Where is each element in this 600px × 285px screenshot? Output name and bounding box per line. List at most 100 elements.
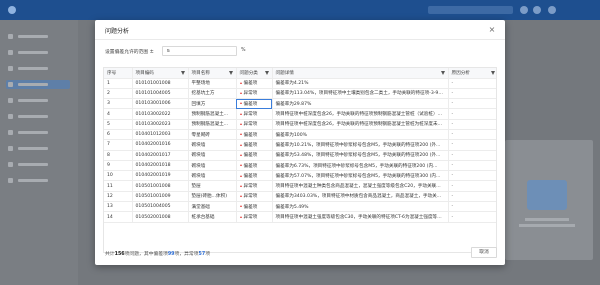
table-row[interactable]: 3 010103001006 回填方 偏差项 偏差率为29.87% - [104, 98, 496, 110]
problem-class-cell: 异常项 [236, 108, 273, 120]
cause-analysis-cell[interactable]: - [448, 191, 496, 203]
cause-analysis-cell[interactable]: - [448, 160, 496, 172]
table-row[interactable]: 7 010402001016 砌块墙 偏差项 偏差率为10.21%，项目特征项中砂浆标号… [104, 139, 496, 151]
dialog-header: 问题分析 × [95, 20, 505, 40]
warning-triangle-icon [239, 215, 242, 218]
problem-detail-cell: 偏差率为57.07%，项目特征项中砂浆标号包含M5，手动关联的特征项300 (内… [272, 170, 449, 182]
item-code-cell: 010501004005 [132, 201, 189, 213]
cause-analysis-cell[interactable]: - [448, 170, 496, 182]
warning-triangle-icon [239, 153, 242, 156]
close-icon[interactable]: × [487, 25, 497, 35]
cause-analysis-cell[interactable]: - [448, 211, 496, 223]
problem-detail-cell: 偏差率为3403.03%，项目特征项中材质包含商品混凝土，商品混凝土，手动关..… [272, 191, 449, 203]
warning-triangle-icon [239, 102, 242, 105]
filter-icon[interactable] [264, 70, 269, 75]
problem-detail-cell: 偏差率为53.48%，项目特征项中砂浆标号包含M5，手动关联的特征项200 (外… [272, 150, 449, 161]
sidebar-item [6, 160, 70, 169]
item-name-cell: 预制钢筋混凝土... [188, 119, 237, 130]
problem-analysis-dialog: 问题分析 × 设置偏差允许的范围 ± % 序号 项目编码 项目名称 问题分类 问… [95, 20, 505, 265]
cause-analysis-cell[interactable]: - [448, 98, 496, 110]
filter-icon[interactable] [228, 70, 233, 75]
problem-class-cell: 偏差项 [236, 160, 273, 172]
sidebar-item [6, 64, 70, 73]
table-row[interactable]: 1 010101001008 平整场地 偏差项 偏差率为4.21% - [104, 78, 496, 89]
warning-triangle-icon [239, 205, 242, 208]
warning-triangle-icon [239, 133, 242, 136]
cause-analysis-cell[interactable]: - [448, 139, 496, 151]
row-number-cell: 7 [104, 139, 133, 151]
table-row[interactable]: 13 010501004005 满堂基础 偏差项 偏差率为5.49% - [104, 201, 496, 213]
percent-unit: % [241, 48, 246, 53]
cause-analysis-cell[interactable]: - [448, 119, 496, 130]
table-row[interactable]: 5 010103002023 预制钢筋混凝土... 异常项 项目特征项中桩深度包含26，… [104, 119, 496, 130]
item-code-cell: 010501001009 [132, 191, 189, 203]
filter-icon[interactable] [490, 70, 495, 75]
item-code-cell: 010402001017 [132, 150, 189, 161]
cause-analysis-cell[interactable]: - [448, 108, 496, 120]
problem-class-cell: 偏差项 [236, 78, 273, 89]
table-row[interactable]: 4 010103002022 预制钢筋混凝土... 异常项 项目特征项中桩深度包含26，… [104, 108, 496, 120]
row-number-cell: 4 [104, 108, 133, 120]
deviation-count: 99 [167, 252, 175, 257]
table-row[interactable]: 8 010402001017 砌块墙 偏差项 偏差率为53.48%，项目特征项中砂浆标号… [104, 150, 496, 161]
column-header-detail: 问题详情 [272, 68, 449, 79]
table-row[interactable]: 14 010502001008 桩承台基础 异常项 项目特征项中混凝土强度等级包含C30… [104, 211, 496, 223]
cause-analysis-cell[interactable]: - [448, 78, 496, 89]
dialog-title: 问题分析 [105, 28, 130, 35]
table-row[interactable]: 6 010401012003 零星砌砖 偏差项 偏差率为100% - [104, 129, 496, 141]
cause-analysis-cell[interactable]: - [448, 180, 496, 192]
problem-detail-cell: 项目特征项中桩深度包含26，手动关联的特征项预制钢筋混凝土管桩为桩深度未定... [272, 119, 449, 130]
item-code-cell: 010101004005 [132, 88, 189, 100]
item-code-cell: 010402001019 [132, 170, 189, 182]
table-row[interactable]: 10 010402001019 砌块墙 偏差项 偏差率为57.07%，项目特征项中砂浆标… [104, 170, 496, 182]
item-code-cell: 010401012003 [132, 129, 189, 141]
cause-analysis-cell[interactable]: - [448, 201, 496, 213]
cause-analysis-cell[interactable]: - [448, 88, 496, 100]
problem-class-cell: 异常项 [236, 211, 273, 223]
table-row[interactable]: 11 010501001008 垫层 异常项 项目特征项中混凝土种类包含商品混凝土，混凝… [104, 180, 496, 192]
item-code-cell: 010502001008 [132, 211, 189, 223]
problem-class-cell: 偏差项 [236, 201, 273, 213]
problem-detail-cell: 偏差率为5.49% [272, 201, 449, 213]
item-code-cell: 010103002023 [132, 119, 189, 130]
user-avatar-icon [548, 6, 556, 14]
warning-triangle-icon [239, 81, 242, 84]
item-name-cell: 零星砌砖 [188, 129, 237, 141]
deviation-range-input[interactable] [162, 46, 237, 56]
deviation-range-label: 设置偏差允许的范围 ± [105, 50, 154, 55]
cause-analysis-cell[interactable]: - [448, 150, 496, 161]
table-body: 1 010101001008 平整场地 偏差项 偏差率为4.21% -2 010101004… [104, 78, 496, 223]
problem-detail-cell: 偏差率为10.21%，项目特征项中砂浆标号包含M5，手动关联的特征项200 (外… [272, 139, 449, 151]
app-search-input [428, 6, 513, 14]
row-number-cell: 2 [104, 88, 133, 100]
column-header-analysis: 原因分析 [448, 68, 496, 79]
problem-class-cell: 异常项 [236, 119, 273, 130]
table-row[interactable]: 2 010101004005 挖基坑土方 异常项 偏差率为113.04%，项目特征项中土… [104, 88, 496, 100]
problem-detail-cell: 偏差率为29.87% [272, 98, 449, 110]
table-row[interactable]: 12 010501001009 垫层(砖胎...体积) 异常项 偏差率为3403.03%… [104, 191, 496, 203]
row-number-cell: 6 [104, 129, 133, 141]
total-count: 156 [114, 252, 125, 257]
problem-class-cell: 偏差项 [236, 139, 273, 151]
item-code-cell: 010101001008 [132, 78, 189, 89]
column-header-name: 项目名称 [188, 68, 237, 79]
item-code-cell: 010103001006 [132, 98, 189, 110]
sidebar-item [6, 48, 70, 57]
filter-icon[interactable] [440, 70, 445, 75]
sidebar-item [6, 112, 70, 121]
column-header-code: 项目编码 [132, 68, 189, 79]
filter-icon[interactable] [180, 70, 185, 75]
row-number-cell: 14 [104, 211, 133, 223]
warning-triangle-icon [239, 164, 242, 167]
problem-detail-cell: 项目特征项中混凝土强度等级包含C30，手动关联的特征项CT-6为混凝土强度等级.… [272, 211, 449, 223]
item-name-cell: 砌块墙 [188, 150, 237, 161]
problem-detail-cell: 偏差率为113.04%，项目特征项中土壤类别包含二类土，手动关联的特征项-3-9… [272, 88, 449, 100]
warning-triangle-icon [239, 123, 242, 126]
item-name-cell: 砌块墙 [188, 160, 237, 172]
app-logo-icon [8, 6, 16, 14]
table-row[interactable]: 9 010402001018 砌块墙 偏差项 偏差率为6.73%，项目特征项中砂浆标号包… [104, 160, 496, 172]
cause-analysis-cell[interactable]: - [448, 129, 496, 141]
cancel-button[interactable]: 取消 [471, 247, 497, 258]
row-number-cell: 3 [104, 98, 133, 110]
column-header-no: 序号 [104, 68, 133, 79]
